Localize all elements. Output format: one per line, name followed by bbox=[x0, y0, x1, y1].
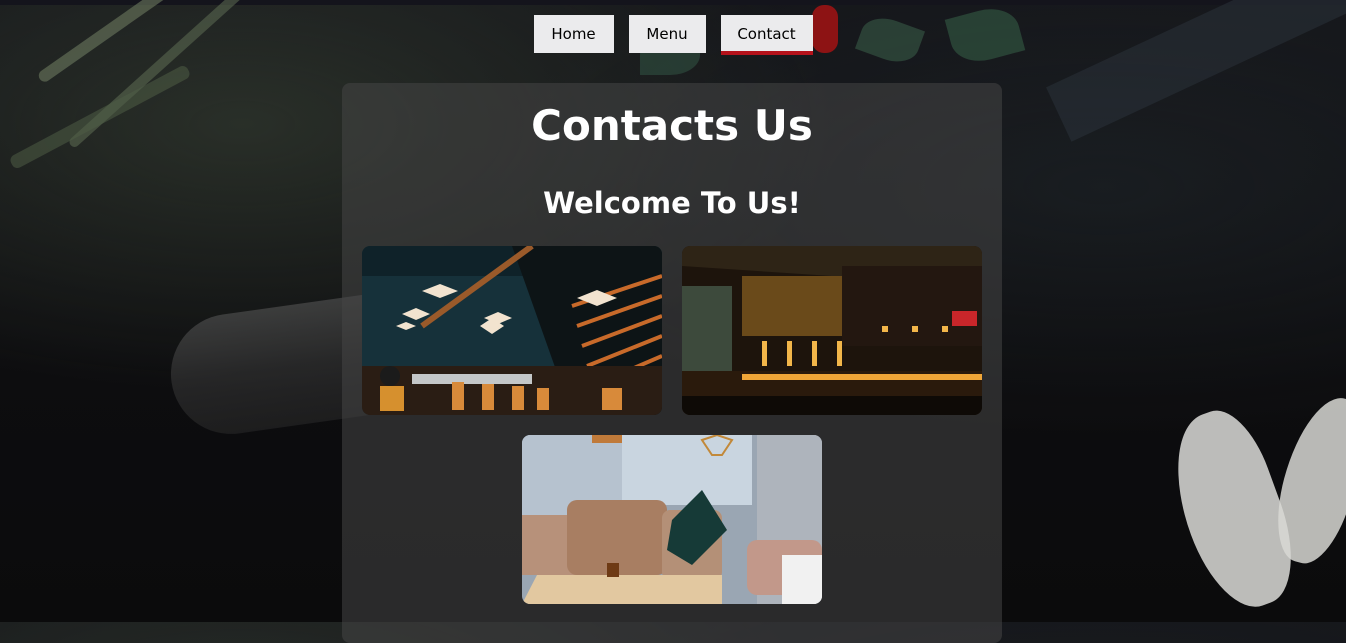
bar-counter-photo bbox=[682, 246, 982, 415]
top-strip bbox=[0, 0, 1346, 5]
restaurant-interior-staircase-photo-icon bbox=[362, 246, 662, 415]
bar-counter-night-photo-icon bbox=[682, 246, 982, 415]
welcome-heading: Welcome To Us! bbox=[543, 186, 801, 220]
restaurant-interior-photo bbox=[362, 246, 662, 415]
page-title: Contacts Us bbox=[531, 101, 813, 150]
main-nav: Home Menu Contact bbox=[0, 15, 1346, 55]
nav-contact-button[interactable]: Contact bbox=[720, 15, 813, 55]
cafe-cushion-seat-photo-icon bbox=[522, 435, 822, 604]
garlic-petal-decoration bbox=[1153, 399, 1312, 621]
herb-stem-decoration bbox=[8, 63, 192, 171]
contact-card: Contacts Us Welcome To Us! bbox=[342, 83, 1002, 643]
nav-home-button[interactable]: Home bbox=[533, 15, 614, 53]
nav-menu-button[interactable]: Menu bbox=[628, 15, 706, 53]
garlic-petal-decoration bbox=[1264, 388, 1346, 572]
cafe-seat-photo bbox=[522, 435, 822, 604]
